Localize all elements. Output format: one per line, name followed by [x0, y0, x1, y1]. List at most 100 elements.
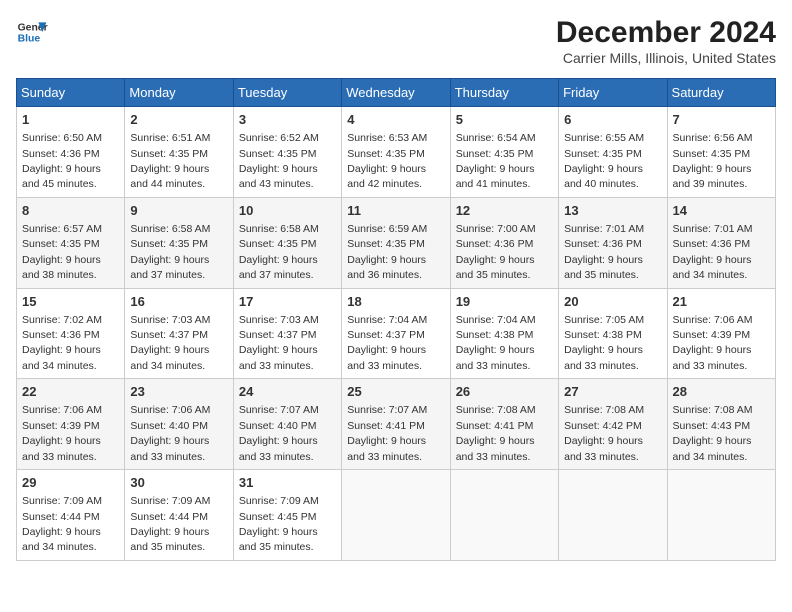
day-info: Sunrise: 7:09 AM Sunset: 4:45 PM Dayligh…: [239, 495, 319, 553]
svg-text:Blue: Blue: [18, 34, 41, 45]
calendar-cell: 28Sunrise: 7:08 AM Sunset: 4:43 PM Dayli…: [667, 379, 775, 470]
day-number: 10: [239, 202, 336, 220]
main-title: December 2024: [556, 16, 776, 50]
calendar-week-3: 15 Sunrise: 7:02 AM Sunset: 4:36 PM Dayli…: [17, 288, 776, 379]
day-info: Sunrise: 7:09 AM Sunset: 4:44 PM Dayligh…: [22, 495, 102, 553]
day-info: Sunrise: 7:09 AM Sunset: 4:44 PM Dayligh…: [130, 495, 210, 553]
calendar-cell: 17Sunrise: 7:03 AM Sunset: 4:37 PM Dayli…: [233, 288, 341, 379]
calendar-cell: 11Sunrise: 6:59 AM Sunset: 4:35 PM Dayli…: [342, 197, 450, 288]
logo: General Blue: [16, 16, 48, 48]
day-info: Sunrise: 7:08 AM Sunset: 4:41 PM Dayligh…: [456, 404, 536, 462]
calendar-cell: [559, 470, 667, 561]
calendar-cell: 26 Sunrise: 7:08 AM Sunset: 4:41 PM Dayli…: [450, 379, 558, 470]
day-info: Sunrise: 7:03 AM Sunset: 4:37 PM Dayligh…: [130, 314, 210, 372]
day-info: Sunrise: 7:04 AM Sunset: 4:37 PM Dayligh…: [347, 314, 427, 372]
calendar-cell: 18 Sunrise: 7:04 AM Sunset: 4:37 PM Dayli…: [342, 288, 450, 379]
calendar-cell: 10 Sunrise: 6:58 AM Sunset: 4:35 PM Dayli…: [233, 197, 341, 288]
calendar-cell: 9 Sunrise: 6:58 AM Sunset: 4:35 PM Daylig…: [125, 197, 233, 288]
day-number: 21: [673, 293, 770, 311]
day-number: 5: [456, 111, 553, 129]
header: General Blue December 2024 Carrier Mills…: [16, 16, 776, 66]
calendar-cell: 27Sunrise: 7:08 AM Sunset: 4:42 PM Dayli…: [559, 379, 667, 470]
day-number: 6: [564, 111, 661, 129]
day-info: Sunrise: 7:02 AM Sunset: 4:36 PM Dayligh…: [22, 314, 102, 372]
logo-icon: General Blue: [16, 16, 48, 48]
calendar-cell: 22 Sunrise: 7:06 AM Sunset: 4:39 PM Dayli…: [17, 379, 125, 470]
day-number: 26: [456, 383, 553, 401]
calendar-week-4: 22 Sunrise: 7:06 AM Sunset: 4:39 PM Dayli…: [17, 379, 776, 470]
day-info: Sunrise: 6:50 AM Sunset: 4:36 PM Dayligh…: [22, 132, 102, 190]
calendar-cell: 1 Sunrise: 6:50 AM Sunset: 4:36 PM Daylig…: [17, 107, 125, 198]
calendar-cell: 8 Sunrise: 6:57 AM Sunset: 4:35 PM Daylig…: [17, 197, 125, 288]
calendar-cell: 23 Sunrise: 7:06 AM Sunset: 4:40 PM Dayli…: [125, 379, 233, 470]
day-info: Sunrise: 6:55 AM Sunset: 4:35 PM Dayligh…: [564, 132, 644, 190]
day-info: Sunrise: 7:08 AM Sunset: 4:43 PM Dayligh…: [673, 404, 753, 462]
day-info: Sunrise: 6:52 AM Sunset: 4:35 PM Dayligh…: [239, 132, 319, 190]
calendar-cell: 30 Sunrise: 7:09 AM Sunset: 4:44 PM Dayli…: [125, 470, 233, 561]
day-number: 13: [564, 202, 661, 220]
calendar-cell: [667, 470, 775, 561]
weekday-header-friday: Friday: [559, 79, 667, 107]
day-number: 30: [130, 474, 227, 492]
weekday-header-wednesday: Wednesday: [342, 79, 450, 107]
day-info: Sunrise: 7:07 AM Sunset: 4:41 PM Dayligh…: [347, 404, 427, 462]
day-number: 7: [673, 111, 770, 129]
day-info: Sunrise: 6:59 AM Sunset: 4:35 PM Dayligh…: [347, 223, 427, 281]
day-number: 25: [347, 383, 444, 401]
day-number: 18: [347, 293, 444, 311]
day-number: 1: [22, 111, 119, 129]
day-number: 19: [456, 293, 553, 311]
day-info: Sunrise: 6:58 AM Sunset: 4:35 PM Dayligh…: [130, 223, 210, 281]
calendar-cell: [450, 470, 558, 561]
day-number: 12: [456, 202, 553, 220]
day-info: Sunrise: 6:56 AM Sunset: 4:35 PM Dayligh…: [673, 132, 753, 190]
calendar-cell: 14Sunrise: 7:01 AM Sunset: 4:36 PM Dayli…: [667, 197, 775, 288]
calendar-cell: 24 Sunrise: 7:07 AM Sunset: 4:40 PM Dayli…: [233, 379, 341, 470]
day-info: Sunrise: 6:53 AM Sunset: 4:35 PM Dayligh…: [347, 132, 427, 190]
weekday-header-thursday: Thursday: [450, 79, 558, 107]
weekday-header-monday: Monday: [125, 79, 233, 107]
day-info: Sunrise: 7:00 AM Sunset: 4:36 PM Dayligh…: [456, 223, 536, 281]
day-info: Sunrise: 7:07 AM Sunset: 4:40 PM Dayligh…: [239, 404, 319, 462]
day-info: Sunrise: 6:57 AM Sunset: 4:35 PM Dayligh…: [22, 223, 102, 281]
day-number: 20: [564, 293, 661, 311]
weekday-header-sunday: Sunday: [17, 79, 125, 107]
calendar-cell: 29 Sunrise: 7:09 AM Sunset: 4:44 PM Dayli…: [17, 470, 125, 561]
day-number: 8: [22, 202, 119, 220]
day-number: 29: [22, 474, 119, 492]
day-info: Sunrise: 7:05 AM Sunset: 4:38 PM Dayligh…: [564, 314, 644, 372]
calendar: SundayMondayTuesdayWednesdayThursdayFrid…: [16, 78, 776, 561]
day-number: 24: [239, 383, 336, 401]
day-number: 27: [564, 383, 661, 401]
calendar-week-1: 1 Sunrise: 6:50 AM Sunset: 4:36 PM Daylig…: [17, 107, 776, 198]
day-number: 9: [130, 202, 227, 220]
calendar-cell: 4Sunrise: 6:53 AM Sunset: 4:35 PM Daylig…: [342, 107, 450, 198]
calendar-cell: 16Sunrise: 7:03 AM Sunset: 4:37 PM Dayli…: [125, 288, 233, 379]
calendar-cell: 25 Sunrise: 7:07 AM Sunset: 4:41 PM Dayli…: [342, 379, 450, 470]
day-info: Sunrise: 7:01 AM Sunset: 4:36 PM Dayligh…: [673, 223, 753, 281]
day-number: 31: [239, 474, 336, 492]
calendar-cell: 20 Sunrise: 7:05 AM Sunset: 4:38 PM Dayli…: [559, 288, 667, 379]
calendar-cell: 6 Sunrise: 6:55 AM Sunset: 4:35 PM Daylig…: [559, 107, 667, 198]
day-info: Sunrise: 7:01 AM Sunset: 4:36 PM Dayligh…: [564, 223, 644, 281]
day-info: Sunrise: 7:06 AM Sunset: 4:39 PM Dayligh…: [673, 314, 753, 372]
calendar-cell: 19 Sunrise: 7:04 AM Sunset: 4:38 PM Dayli…: [450, 288, 558, 379]
day-number: 23: [130, 383, 227, 401]
day-info: Sunrise: 7:06 AM Sunset: 4:40 PM Dayligh…: [130, 404, 210, 462]
subtitle: Carrier Mills, Illinois, United States: [556, 50, 776, 66]
calendar-cell: 12 Sunrise: 7:00 AM Sunset: 4:36 PM Dayli…: [450, 197, 558, 288]
calendar-cell: 15 Sunrise: 7:02 AM Sunset: 4:36 PM Dayli…: [17, 288, 125, 379]
day-info: Sunrise: 7:06 AM Sunset: 4:39 PM Dayligh…: [22, 404, 102, 462]
calendar-cell: 5 Sunrise: 6:54 AM Sunset: 4:35 PM Daylig…: [450, 107, 558, 198]
calendar-cell: 21 Sunrise: 7:06 AM Sunset: 4:39 PM Dayli…: [667, 288, 775, 379]
day-info: Sunrise: 6:58 AM Sunset: 4:35 PM Dayligh…: [239, 223, 319, 281]
day-number: 3: [239, 111, 336, 129]
day-info: Sunrise: 7:04 AM Sunset: 4:38 PM Dayligh…: [456, 314, 536, 372]
day-number: 22: [22, 383, 119, 401]
day-info: Sunrise: 6:51 AM Sunset: 4:35 PM Dayligh…: [130, 132, 210, 190]
day-number: 2: [130, 111, 227, 129]
day-info: Sunrise: 6:54 AM Sunset: 4:35 PM Dayligh…: [456, 132, 536, 190]
day-number: 15: [22, 293, 119, 311]
weekday-header-tuesday: Tuesday: [233, 79, 341, 107]
calendar-cell: [342, 470, 450, 561]
